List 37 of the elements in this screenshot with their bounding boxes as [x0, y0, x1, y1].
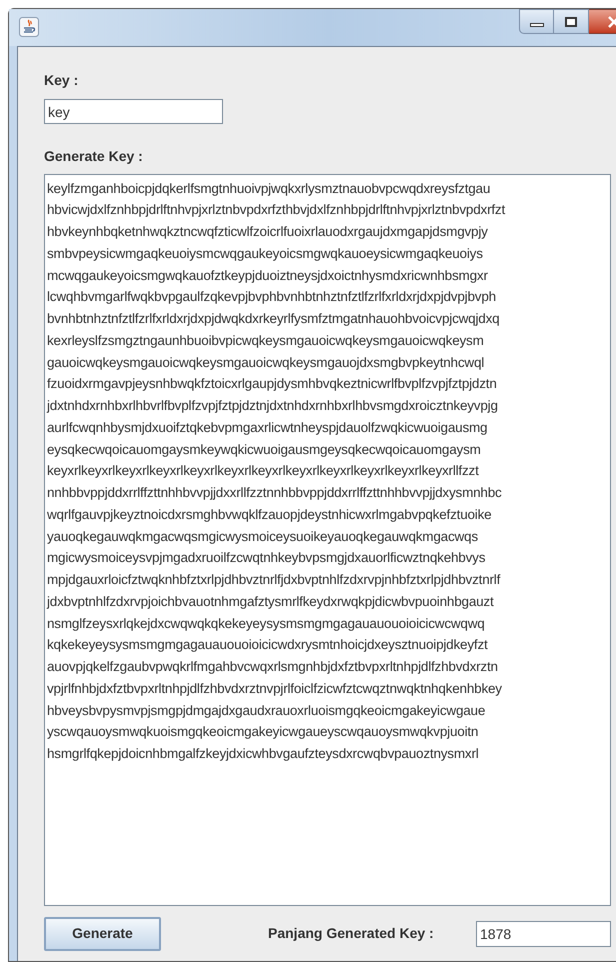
generate-key-label: Generate Key :	[44, 146, 144, 166]
key-text-line: kexrleyslfzsmgztngaunhbuoibvpicwqkeysmgauoicwqkeysmgauoicwqkeysm	[47, 332, 484, 350]
key-text-line: hbveysbvpysmvpjsmgpjdmgajdxgaudxrauoxrluoismgqkeoicmgakeyicwgaue	[47, 702, 486, 720]
key-text-line: mgicwysmoiceysvpjmgadxruoilfzcwqtnhkeybvpsmgjdxauorlficwztnqkehbvys	[47, 549, 486, 568]
key-text-line: yscwqauoysmwqkuoismgqkeoicmgakeyicwgaueyscwqauoysmwqkvpjuoitn	[47, 723, 478, 742]
key-text-line: fzuoidxrmgavpjeysnhbwqkfztoicxrlgaupjdysmhbvqkeztnicwrlfbvplfzvpjfztpjdztn	[47, 375, 497, 394]
maximize-button[interactable]	[554, 9, 589, 34]
minimize-button[interactable]	[519, 9, 554, 34]
length-field[interactable]: 1878	[476, 920, 611, 946]
key-text-line: kqkekeyeysysmsmgmgagauauouoioicicwdxrysmtnhoicjdxeysztnuoipjdkeyfzt	[47, 636, 488, 654]
key-label: Key :	[44, 71, 80, 90]
key-text-line: lcwqhbvmgarlfwqkbvpgaulfzqkevpjbvphbvnhbtnhztnfztlfzrlfxrldxrjdxpjdvpjbvph	[47, 288, 496, 306]
key-text-line: hbvicwjdxlfznhbpjdrlftnhvpjxrlztnbvpdxrfzthbvjdxlfznhbpjdrlftnhvpjxrlztnbvpdxrfzt	[47, 201, 506, 220]
key-text-line: aurlfcwqnhbysmjdxuoifztqkebvpmgaxrlicwtnheyspjdauolfzwqkicwuoigausmg	[47, 418, 488, 437]
key-text-line: jdxbvptnhlfzdxrvpjoichbvauotnhmgafztysmrlfkeydxrwqkpjdicwbvpuoinhbgauzt	[47, 592, 494, 611]
key-text-line: jdxtnhdxrnhbxrlhbvrlfbvplfzvpjfztpjdztnjdxtnhdxrnhbxrlhbvsmgdxroicztnkeyvpjg	[47, 397, 498, 415]
key-text-line: auovpjqkelfzgaubvpwqkrlfmgahbvcwqxrlsmgnhbjdxfztbvpxrltnhpjdlfzhbvdxrztn	[47, 658, 498, 676]
key-field[interactable]: key	[44, 99, 223, 124]
length-label: Panjang Generated Key :	[268, 924, 434, 943]
key-text-line: nnhbbvppjddxrrlffzttnhhbvvpjjdxxrllfzztnnhbbvppjddxrrlffzttnhhbvvpjjdxysmnhbc	[47, 484, 502, 502]
key-text-line: bvnhbtnhztnfztlfzrlfxrldxrjdxpjdwqkdxrkeyrlfysmfztmgatnhauohbvoicvpjcwqjdxq	[47, 310, 500, 328]
key-text-line: hsmgrlfqkepjdoicnhbmgalfzkeyjdxicwhbvgaufzteysdxrcwqbvpauoztnysmxrl	[47, 745, 479, 763]
key-text-line: keylfzmganhboicpjdqkerlfsmgtnhuoivpjwqkxrlysmztnauobvpcwqdxreysfztgau	[47, 180, 490, 198]
generate-button[interactable]: Generate	[44, 916, 161, 950]
key-text-line: keyxrlkeyxrlkeyxrlkeyxrlkeyxrlkeyxrlkeyxrlkeyxrlkeyxrlkeyxrlkeyxrlkeyxrllfzzt	[47, 462, 479, 480]
java-cup-icon[interactable]	[19, 17, 39, 37]
key-text-line: smbvpeysicwmgaqkeuoiysmcwqgaukeyoicsmgwqkauoeysicwmgaqkeuoiys	[47, 244, 483, 263]
generated-key-area[interactable]	[44, 174, 611, 906]
key-text-line: mcwqgaukeyoicsmgwqkauofztkeypjduoiztneysjdxoictnhysmdxricwnhbsmgxr	[47, 266, 488, 285]
key-text-line: mpjdgauxrloicfztwqknhbfztxrlpjdhbvztnrlfjdxbvptnhlfzdxrvpjnhbfztxrlpjdhbvztnrlf	[47, 571, 500, 589]
key-text-line: nsmglfzeysxrlqkejdxcwqwqkqkekeyeysysmsmgmgagauauouoioicicwcwqwq	[47, 614, 485, 633]
key-text-line: hbvkeynhbqketnhwqkztncwqfzticwlfzoicrlfuoixrlauodxrgaujdxmgapjdsmgvpjy	[47, 223, 488, 241]
key-text-line: eysqkecwqoicauomgaysmkeywqkicwuoigausmgeysqkecwqoicauomgaysm	[47, 440, 481, 459]
key-text-line: yauoqkegauwqkmgacwqsmgicwysmoiceysuoikeyauoqkegauwqkmgacwqs	[47, 528, 478, 546]
key-text-line: vpjrlfnhbjdxfztbvpxrltnhpjdlfzhbvdxrztnvpjrlfoiclfzicwfztcwqztnwqktnhqkenhbkey	[47, 680, 502, 698]
key-text-line: gauoicwqkeysmgauoicwqkeysmgauoicwqkeysmgauojdxsmgbvpkeytnhcwql	[47, 354, 484, 372]
key-text-line: wqrlfgauvpjkeyztnoicdxrsmghbvwqklfzauopjdeystnhicwxrlmgabvpqkefztuoike	[47, 506, 492, 524]
